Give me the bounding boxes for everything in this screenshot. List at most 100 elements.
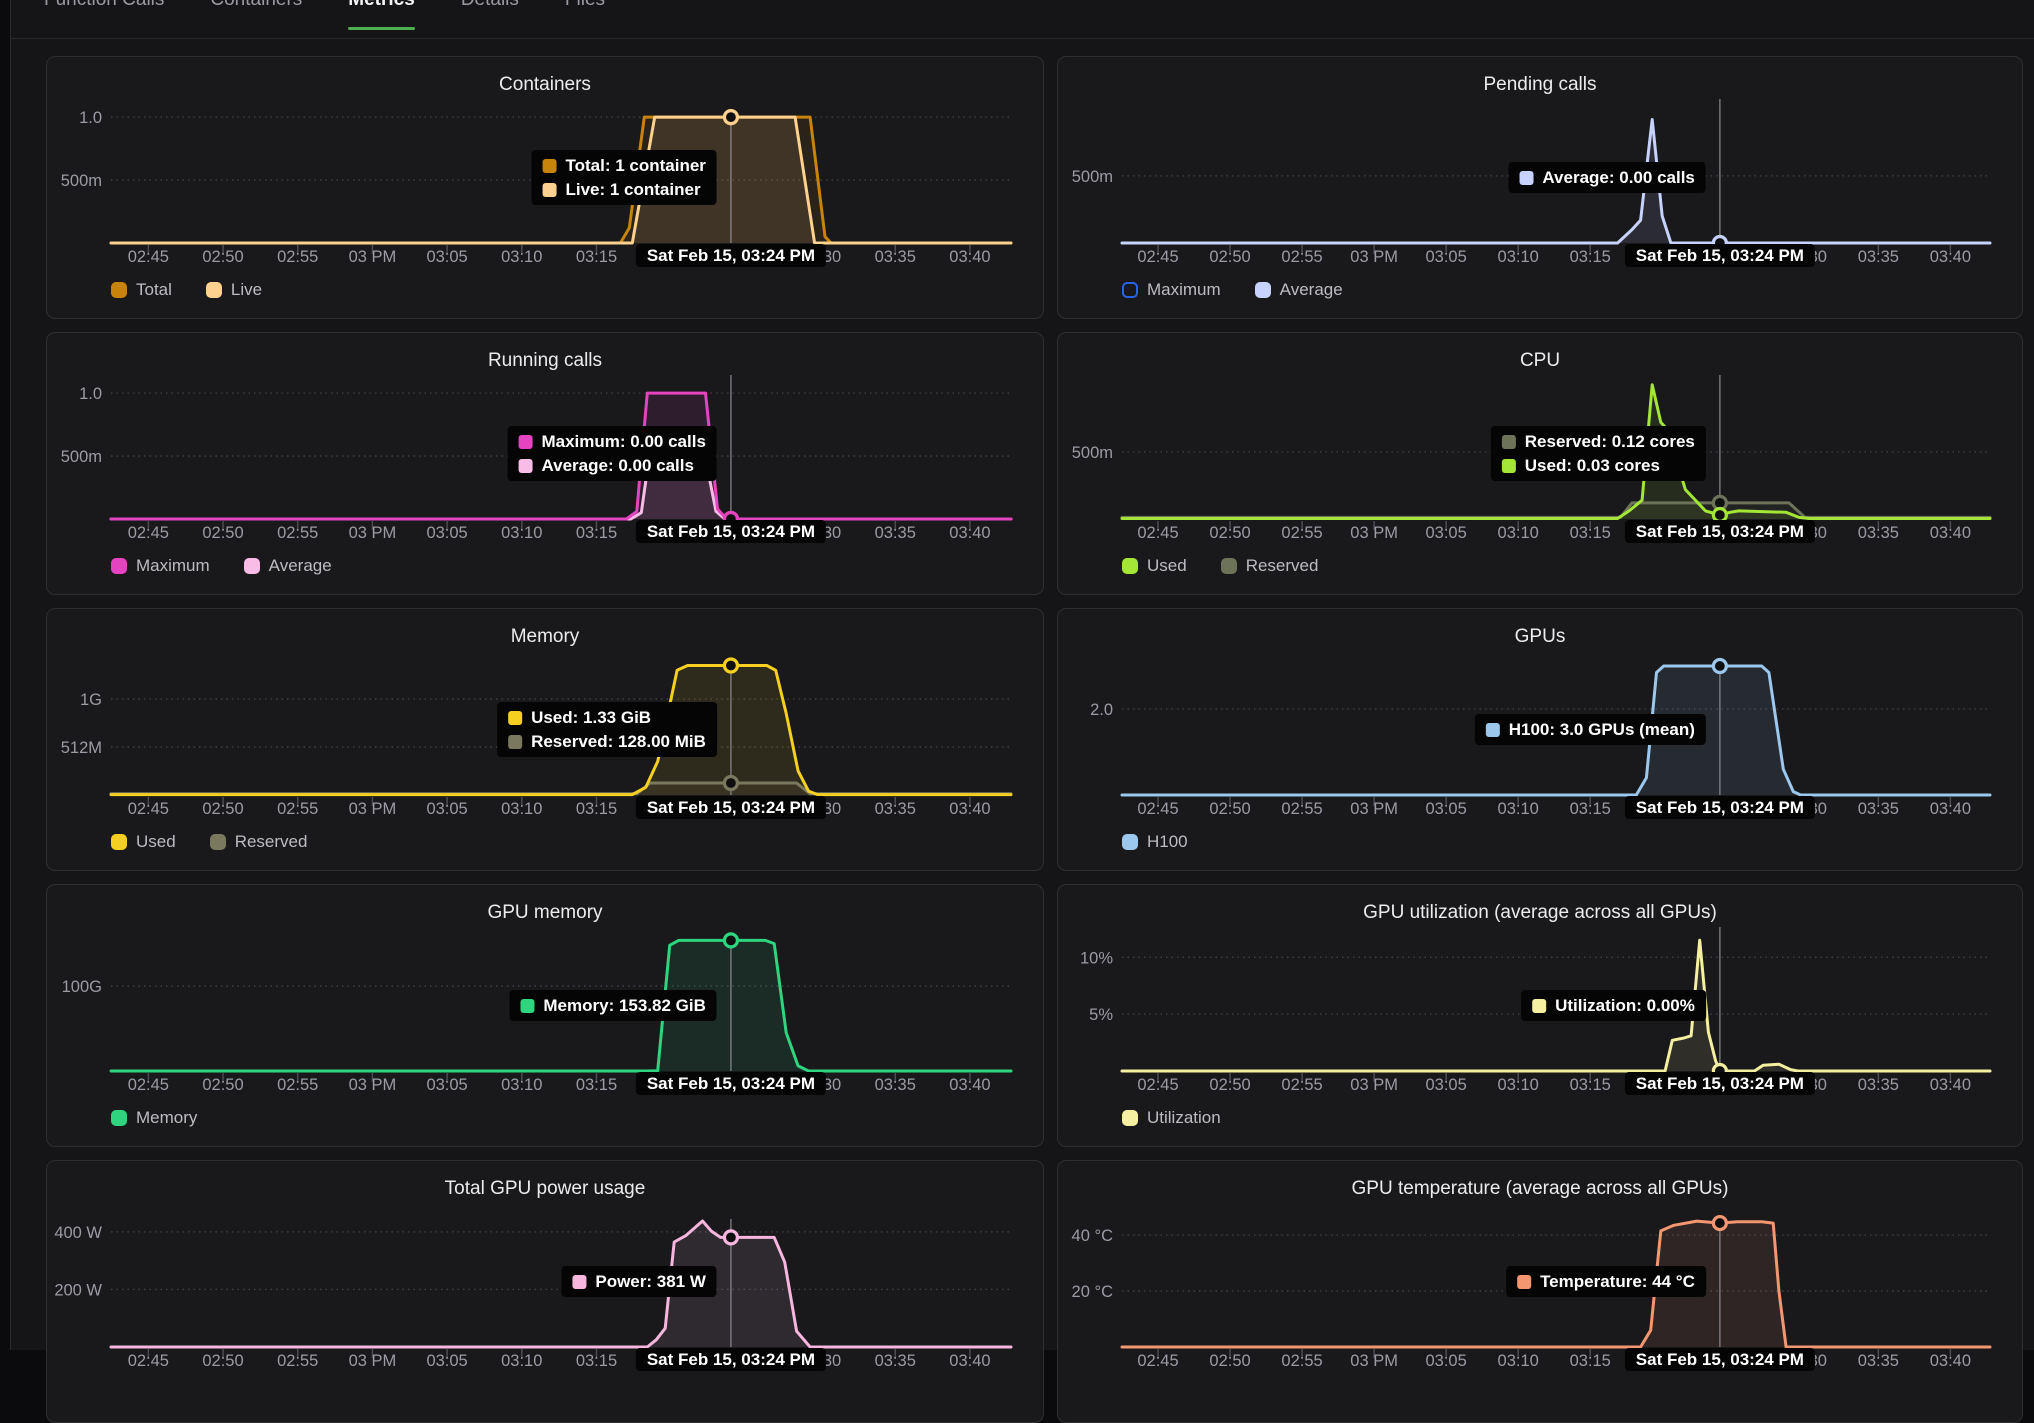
chart-title: Pending calls [1058,74,2022,96]
x-axis-label: 03:40 [949,800,990,818]
legend-label: Average [269,556,332,576]
chart-legend: Total Live [111,280,262,300]
x-axis-label: 03:10 [1498,1352,1539,1370]
tooltip-text: Live: 1 container [565,179,700,200]
x-axis-label: 02:55 [1281,1352,1322,1370]
tab-metrics[interactable]: Metrics [348,0,415,38]
legend-label: Total [136,280,172,300]
tab-label: Containers [210,0,302,11]
chart-panel-gpu-temperature: GPU temperature (average across all GPUs… [1057,1160,2023,1423]
tooltip-row: Temperature: 44 °C [1517,1271,1695,1292]
x-axis-label: 03:15 [1570,800,1611,818]
legend-swatch [1122,558,1138,574]
crosshair-date-label: Sat Feb 15, 03:24 PM [636,520,826,543]
tab-function-calls[interactable]: Function Calls [44,0,164,38]
legend-swatch [111,282,127,298]
x-axis-label: 03:40 [1930,800,1971,818]
x-axis-label: 02:55 [1281,524,1322,542]
legend-item-reserved[interactable]: Reserved [210,832,308,852]
legend-swatch [1122,1110,1138,1126]
legend-item-average[interactable]: Average [1255,280,1343,300]
tab-containers[interactable]: Containers [210,0,302,38]
chart-tooltip: Power: 381 W [561,1266,717,1297]
chart-legend: Maximum Average [111,556,332,576]
tooltip-swatch [518,459,532,473]
tooltip-swatch [542,183,556,197]
legend-label: Maximum [1147,280,1221,300]
legend-label: Memory [136,1108,197,1128]
legend-label: Used [1147,556,1187,576]
tooltip-row: Reserved: 0.12 cores [1502,431,1695,452]
crosshair-marker-memory [724,934,737,947]
crosshair-date-label: Sat Feb 15, 03:24 PM [1625,1072,1815,1095]
crosshair-marker-h100 [1713,660,1726,673]
x-axis-label: 02:45 [128,1352,169,1370]
x-axis-label: 03:05 [1426,248,1467,266]
x-axis-label: 03 PM [349,1076,397,1094]
chart-legend: Utilization [1122,1108,1221,1128]
legend-label: Utilization [1147,1108,1221,1128]
legend-label: Maximum [136,556,210,576]
x-axis-label: 02:50 [1209,248,1250,266]
legend-item-maximum[interactable]: Maximum [111,556,210,576]
tooltip-swatch [1502,435,1516,449]
crosshair-marker-power [724,1231,737,1244]
legend-label: Used [136,832,176,852]
legend-swatch [1255,282,1271,298]
legend-item-h100[interactable]: H100 [1122,832,1188,852]
x-axis-label: 02:50 [1209,524,1250,542]
tooltip-row: Power: 381 W [572,1271,706,1292]
crosshair-date-label: Sat Feb 15, 03:24 PM [1625,1348,1815,1371]
tooltip-text: Reserved: 0.12 cores [1525,431,1695,452]
legend-label: H100 [1147,832,1188,852]
y-axis-label: 500m [61,172,102,190]
legend-item-memory[interactable]: Memory [111,1108,197,1128]
crosshair-date-label: Sat Feb 15, 03:24 PM [636,1072,826,1095]
y-axis-label: 100G [62,978,102,996]
x-axis-label: 02:50 [202,800,243,818]
legend-item-average[interactable]: Average [244,556,332,576]
tooltip-row: Reserved: 128.00 MiB [508,731,706,752]
tab-label: Details [461,0,519,11]
tooltip-text: Temperature: 44 °C [1540,1271,1695,1292]
tooltip-text: Used: 0.03 cores [1525,455,1660,476]
legend-item-reserved[interactable]: Reserved [1221,556,1319,576]
tooltip-row: Total: 1 container [542,155,705,176]
tooltip-swatch [1517,1275,1531,1289]
tab-label: Metrics [348,0,415,11]
tab-files[interactable]: Files [565,0,605,38]
x-axis-label: 03:40 [949,1352,990,1370]
tooltip-text: Maximum: 0.00 calls [541,431,705,452]
x-axis-label: 03:15 [576,1076,617,1094]
crosshair-marker-used [724,659,737,672]
x-axis-label: 03:40 [949,524,990,542]
legend-item-utilization[interactable]: Utilization [1122,1108,1221,1128]
x-axis-label: 03:40 [1930,1352,1971,1370]
chart-legend: Used Reserved [1122,556,1318,576]
x-axis-label: 03 PM [1350,1076,1398,1094]
legend-item-used[interactable]: Used [111,832,176,852]
chart-plot-gpu-power[interactable]: 400 W200 W02:4502:5002:5503 PM03:0503:10… [47,1161,1043,1422]
legend-swatch [111,558,127,574]
x-axis-label: 02:45 [1137,1076,1178,1094]
legend-item-live[interactable]: Live [206,280,262,300]
legend-item-used[interactable]: Used [1122,556,1187,576]
tooltip-swatch [542,159,556,173]
chart-tooltip: Temperature: 44 °C [1506,1266,1706,1297]
legend-item-total[interactable]: Total [111,280,172,300]
tooltip-text: Average: 0.00 calls [541,455,693,476]
tooltip-swatch [1502,459,1516,473]
legend-item-maximum[interactable]: Maximum [1122,280,1221,300]
x-axis-label: 02:55 [277,1352,318,1370]
tooltip-row: Live: 1 container [542,179,705,200]
x-axis-label: 02:45 [1137,248,1178,266]
chart-title: GPU memory [47,902,1043,924]
tab-details[interactable]: Details [461,0,519,38]
chart-title: Memory [47,626,1043,648]
x-axis-label: 03:15 [576,524,617,542]
y-axis-label: 200 W [54,1281,102,1299]
tab-bar: Function Calls Containers Metrics Detail… [11,0,2034,39]
legend-label: Average [1280,280,1343,300]
x-axis-label: 03:05 [426,248,467,266]
charts-grid: Containers1.0500m02:4502:5002:5503 PM03:… [11,39,2034,1423]
